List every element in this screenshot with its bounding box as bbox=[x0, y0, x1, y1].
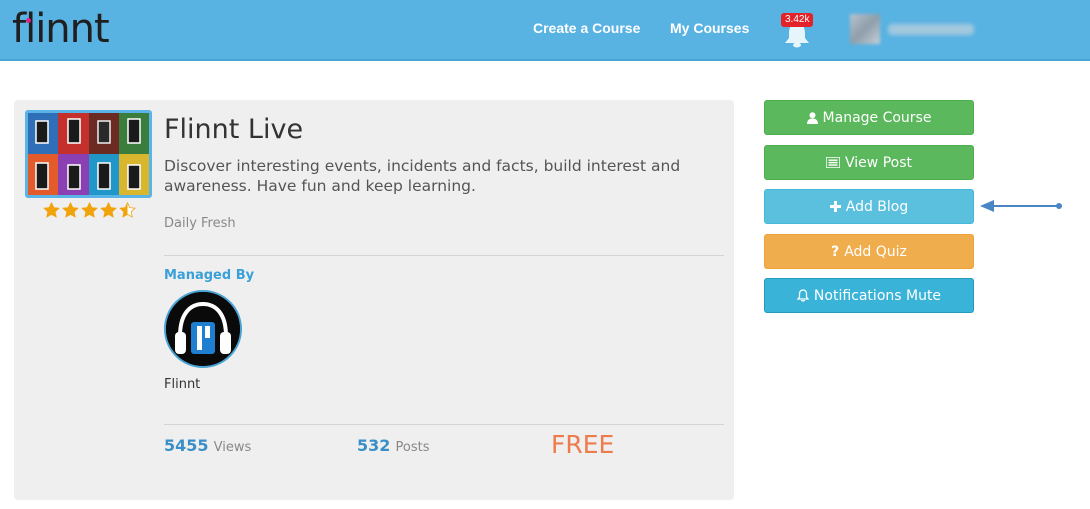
top-navbar: flinnt Create a Course My Courses 3.42k bbox=[0, 0, 1090, 61]
user-avatar[interactable] bbox=[850, 14, 880, 44]
stats-divider bbox=[164, 424, 724, 425]
posts-count: 532 bbox=[357, 436, 391, 455]
star-half-icon bbox=[119, 202, 136, 218]
price-label: FREE bbox=[551, 430, 615, 459]
posts-stat: 532 Posts bbox=[357, 436, 429, 455]
add-quiz-button[interactable]: ? Add Quiz bbox=[764, 234, 974, 269]
nav-my-courses-link[interactable]: My Courses bbox=[670, 20, 749, 36]
star-full-icon bbox=[43, 202, 60, 218]
view-post-label: View Post bbox=[845, 154, 912, 171]
add-blog-label: Add Blog bbox=[845, 198, 909, 215]
manager-name: Flinnt bbox=[164, 377, 201, 392]
plus-icon bbox=[829, 201, 841, 212]
posts-label: Posts bbox=[395, 440, 430, 455]
manager-avatar[interactable] bbox=[164, 290, 242, 368]
headphones-logo-icon bbox=[166, 292, 240, 366]
notifications-button[interactable]: 3.42k bbox=[779, 12, 815, 48]
user-icon bbox=[806, 111, 818, 124]
star-full-icon bbox=[62, 202, 79, 218]
manage-course-button[interactable]: Manage Course bbox=[764, 100, 974, 135]
course-title: Flinnt Live bbox=[164, 114, 304, 145]
pointer-arrow-icon bbox=[980, 200, 1062, 212]
bell-outline-icon bbox=[796, 289, 809, 302]
section-divider bbox=[164, 255, 724, 256]
add-blog-button[interactable]: Add Blog bbox=[764, 189, 974, 224]
notifications-mute-button[interactable]: Notifications Mute bbox=[764, 278, 974, 313]
managed-by-label: Managed By bbox=[164, 268, 255, 283]
list-icon bbox=[826, 157, 841, 168]
rating-stars bbox=[43, 202, 136, 218]
logo-text: flinnt bbox=[12, 6, 110, 52]
logo-dot bbox=[26, 18, 31, 23]
nav-create-course-link[interactable]: Create a Course bbox=[533, 20, 640, 36]
notification-count-badge: 3.42k bbox=[781, 13, 814, 27]
star-full-icon bbox=[100, 202, 117, 218]
course-description: Discover interesting events, incidents a… bbox=[164, 157, 681, 195]
course-card: Flinnt Live Discover interesting events,… bbox=[14, 100, 734, 500]
notifications-mute-label: Notifications Mute bbox=[813, 287, 942, 304]
view-post-button[interactable]: View Post bbox=[764, 145, 974, 180]
add-quiz-label: Add Quiz bbox=[844, 243, 907, 260]
views-count: 5455 bbox=[164, 436, 209, 455]
manage-course-label: Manage Course bbox=[822, 109, 932, 126]
course-category: Daily Fresh bbox=[164, 216, 236, 231]
user-name-blurred[interactable] bbox=[888, 24, 974, 35]
star-full-icon bbox=[81, 202, 98, 218]
course-thumbnail[interactable] bbox=[25, 110, 152, 198]
question-icon: ? bbox=[831, 243, 840, 260]
views-label: Views bbox=[213, 440, 252, 455]
views-stat: 5455 Views bbox=[164, 436, 251, 455]
